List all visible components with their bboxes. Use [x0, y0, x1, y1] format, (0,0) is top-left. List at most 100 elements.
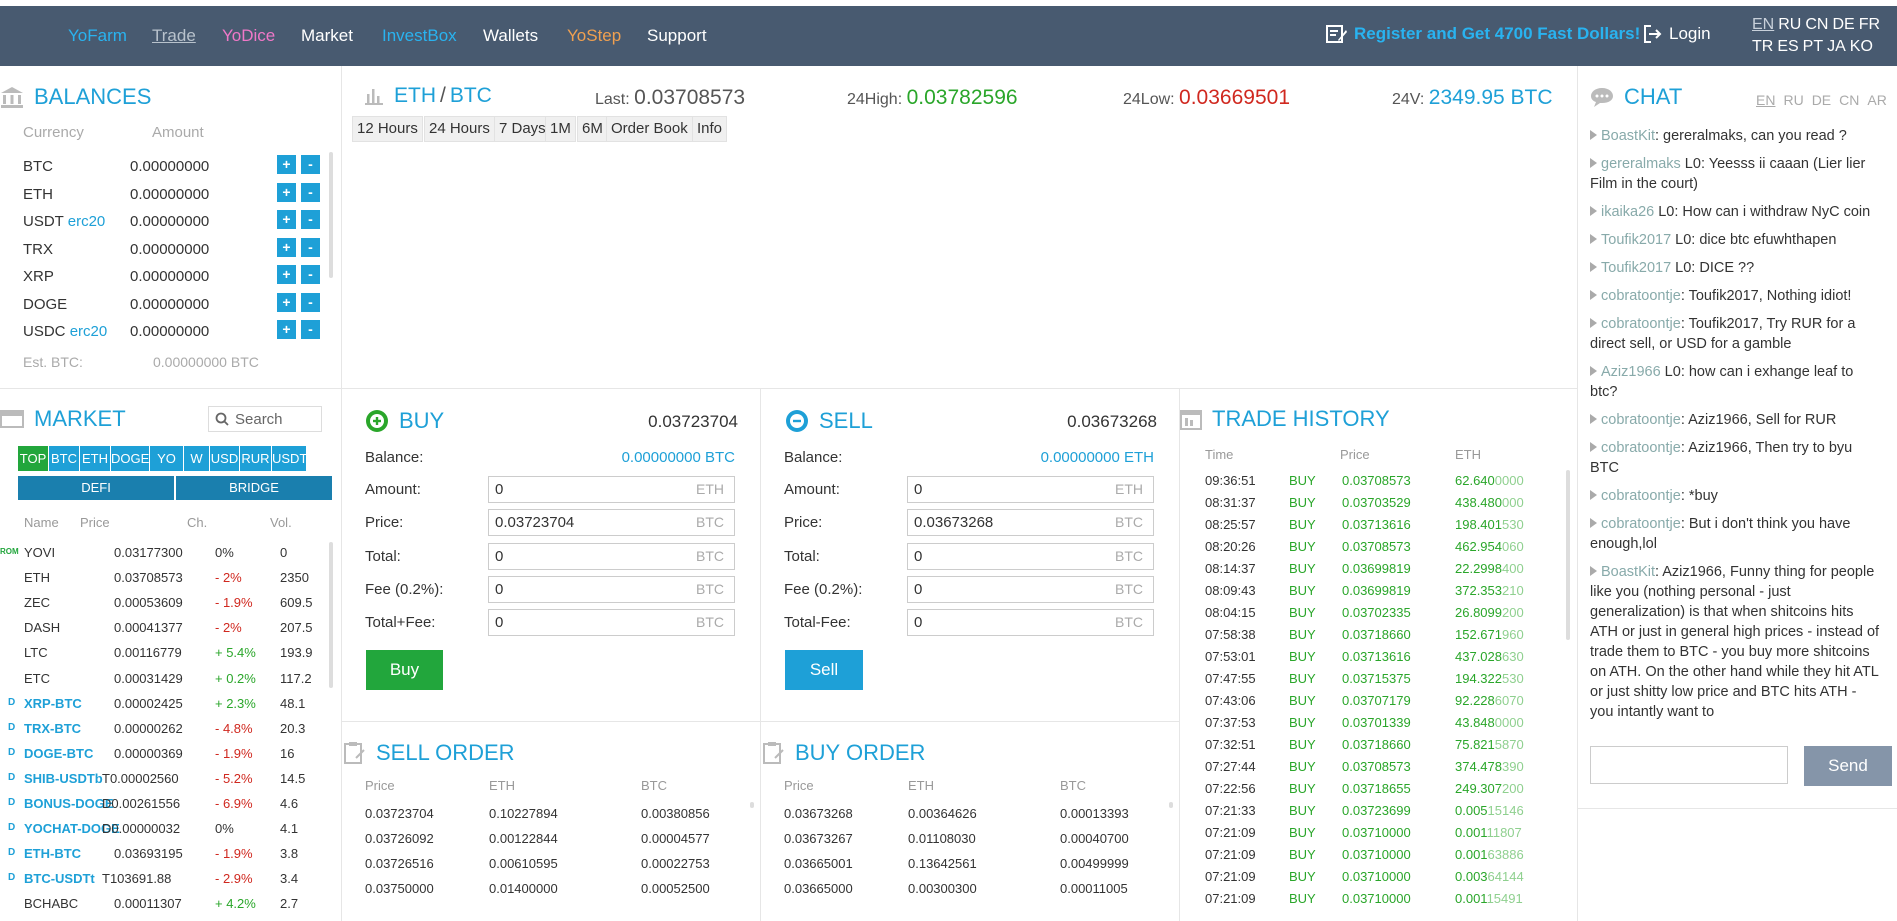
- chat-username[interactable]: cobratoontje: [1601, 516, 1681, 532]
- buy-order-scrollbar[interactable]: [1169, 802, 1173, 808]
- deposit-button[interactable]: +: [277, 155, 296, 174]
- timeframe-button[interactable]: 6M: [577, 116, 608, 142]
- market-row[interactable]: ETC 0.00031429 + 0.2% 117.2: [0, 666, 330, 691]
- market-row[interactable]: D YOCHAT-DOGE D0.00000032 0% 4.1: [0, 816, 330, 841]
- sell-total-input[interactable]: 0 BTC: [907, 543, 1154, 570]
- market-row[interactable]: ZEC 0.00053609 - 1.9% 609.5: [0, 590, 330, 615]
- withdraw-button[interactable]: -: [301, 320, 320, 339]
- lang-option[interactable]: DE: [1832, 16, 1854, 33]
- buy-price-input[interactable]: 0.03723704 BTC: [488, 509, 735, 536]
- order-row[interactable]: 0.03673267 0.01108030 0.00040700: [784, 827, 1164, 852]
- order-row[interactable]: 0.03723704 0.10227894 0.00380856: [365, 802, 745, 827]
- timeframe-button[interactable]: Order Book: [606, 116, 693, 142]
- market-tab[interactable]: W: [184, 446, 209, 471]
- buy-total-input[interactable]: 0 BTC: [488, 543, 735, 570]
- market-column-header[interactable]: Name: [24, 515, 59, 530]
- nav-item[interactable]: Market: [301, 26, 353, 46]
- market-row[interactable]: DASH 0.00041377 - 2% 207.5: [0, 615, 330, 640]
- withdraw-button[interactable]: -: [301, 182, 320, 202]
- sell-fee-input[interactable]: 0 BTC: [907, 576, 1154, 603]
- chat-lang-option[interactable]: CN: [1839, 92, 1859, 108]
- currency-network[interactable]: erc20: [68, 213, 106, 230]
- timeframe-button[interactable]: 7 Days: [494, 116, 551, 142]
- market-row[interactable]: D DOGE-BTC 0.00000369 - 1.9% 16: [0, 741, 330, 766]
- chat-username[interactable]: cobratoontje: [1601, 288, 1681, 304]
- market-row[interactable]: D BTC-USDTt T103691.88 - 2.9% 3.4: [0, 866, 330, 891]
- chat-username[interactable]: BoastKit: [1601, 128, 1655, 144]
- market-scrollbar[interactable]: [329, 542, 333, 688]
- market-search-input[interactable]: Search: [208, 406, 322, 432]
- order-row[interactable]: 0.03673268 0.00364626 0.00013393: [784, 802, 1164, 827]
- withdraw-button[interactable]: -: [301, 210, 320, 229]
- login-button[interactable]: Login: [1643, 24, 1711, 44]
- order-row[interactable]: 0.03665001 0.13642561 0.00499999: [784, 852, 1164, 877]
- market-tab[interactable]: DEFI: [18, 476, 174, 500]
- chat-username[interactable]: gereralmaks: [1601, 156, 1681, 172]
- sell-order-scrollbar[interactable]: [750, 802, 754, 808]
- market-row[interactable]: D ETH-BTC 0.03693195 - 1.9% 3.8: [0, 841, 330, 866]
- chat-send-button[interactable]: Send: [1804, 746, 1892, 786]
- withdraw-button[interactable]: -: [301, 292, 320, 312]
- timeframe-button[interactable]: 12 Hours: [352, 116, 423, 142]
- timeframe-button[interactable]: Info: [692, 116, 728, 142]
- market-row[interactable]: ROM YOVI 0.03177300 0% 0: [0, 540, 330, 565]
- withdraw-button[interactable]: -: [301, 155, 320, 174]
- market-tab[interactable]: RUR: [240, 446, 271, 471]
- buy-totalfee-input[interactable]: 0 BTC: [488, 609, 735, 636]
- market-row[interactable]: ETH 0.03708573 - 2% 2350: [0, 565, 330, 590]
- chat-username[interactable]: BoastKit: [1601, 564, 1655, 580]
- deposit-button[interactable]: +: [277, 182, 296, 202]
- lang-option[interactable]: FR: [1859, 16, 1880, 33]
- market-tab[interactable]: USDT: [272, 446, 307, 471]
- chat-lang-option[interactable]: DE: [1812, 92, 1831, 108]
- sell-amount-input[interactable]: 0 ETH: [907, 476, 1154, 503]
- lang-option[interactable]: ES: [1777, 38, 1798, 55]
- order-row[interactable]: 0.03726516 0.00610595 0.00022753: [365, 852, 745, 877]
- lang-option[interactable]: JA: [1827, 38, 1846, 55]
- deposit-button[interactable]: +: [277, 237, 296, 257]
- chat-lang-option[interactable]: AR: [1867, 92, 1886, 108]
- withdraw-button[interactable]: -: [301, 237, 320, 257]
- chat-lang-option[interactable]: EN: [1756, 92, 1775, 108]
- order-row[interactable]: 0.03726092 0.00122844 0.00004577: [365, 827, 745, 852]
- market-tab[interactable]: BTC: [49, 446, 79, 471]
- order-row[interactable]: 0.03665000 0.00300300 0.00011005: [784, 877, 1164, 902]
- deposit-button[interactable]: +: [277, 292, 296, 312]
- chart-area[interactable]: [342, 152, 1578, 384]
- chat-username[interactable]: ikaika26: [1601, 204, 1654, 220]
- nav-item[interactable]: YoDice: [222, 26, 275, 46]
- market-row[interactable]: D TRX-BTC 0.00000262 - 4.8% 20.3: [0, 716, 330, 741]
- nav-item[interactable]: YoStep: [567, 26, 621, 46]
- buy-fee-input[interactable]: 0 BTC: [488, 576, 735, 603]
- deposit-button[interactable]: +: [277, 210, 296, 229]
- nav-item[interactable]: Trade: [152, 26, 196, 46]
- lang-option[interactable]: EN: [1752, 16, 1774, 33]
- market-tab[interactable]: BRIDGE: [176, 476, 332, 500]
- order-row[interactable]: 0.03750000 0.01400000 0.00052500: [365, 877, 745, 902]
- buy-amount-input[interactable]: 0 ETH: [488, 476, 735, 503]
- deposit-button[interactable]: +: [277, 320, 296, 339]
- chat-username[interactable]: cobratoontje: [1601, 440, 1681, 456]
- chat-username[interactable]: Toufik2017: [1601, 260, 1671, 276]
- register-promo-link[interactable]: Register and Get 4700 Fast Dollars!: [1326, 24, 1640, 44]
- lang-option[interactable]: KO: [1850, 38, 1873, 55]
- buy-button[interactable]: Buy: [366, 650, 443, 690]
- timeframe-button[interactable]: 1M: [545, 116, 576, 142]
- lang-option[interactable]: RU: [1778, 16, 1801, 33]
- sell-price-input[interactable]: 0.03673268 BTC: [907, 509, 1154, 536]
- nav-item[interactable]: YoFarm: [68, 26, 127, 46]
- market-row[interactable]: D BONUS-DOGE D0.00261556 - 6.9% 4.6: [0, 791, 330, 816]
- market-column-header[interactable]: Vol.: [270, 515, 292, 530]
- lang-option[interactable]: PT: [1803, 38, 1823, 55]
- market-row[interactable]: D XRP-BTC 0.00002425 + 2.3% 48.1: [0, 691, 330, 716]
- withdraw-button[interactable]: -: [301, 265, 320, 284]
- currency-network[interactable]: erc20: [70, 323, 108, 340]
- sell-button[interactable]: Sell: [785, 650, 863, 690]
- market-tab[interactable]: ETH: [80, 446, 110, 471]
- deposit-button[interactable]: +: [277, 265, 296, 284]
- market-row[interactable]: D SHIB-USDTb T0.00002560 - 5.2% 14.5: [0, 766, 330, 791]
- chat-username[interactable]: cobratoontje: [1601, 316, 1681, 332]
- chat-username[interactable]: Toufik2017: [1601, 232, 1671, 248]
- timeframe-button[interactable]: 24 Hours: [424, 116, 495, 142]
- history-scrollbar[interactable]: [1566, 470, 1570, 640]
